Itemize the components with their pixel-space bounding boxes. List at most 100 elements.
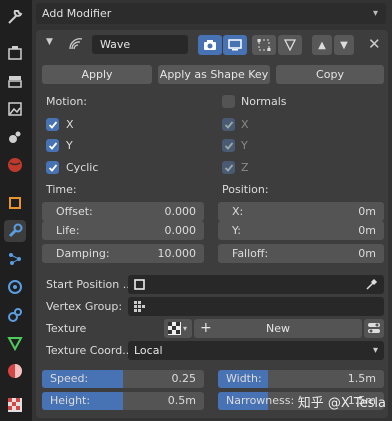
narrowness-label: Narrowness: (226, 394, 295, 407)
object-icon (134, 279, 145, 290)
checkmark-icon (224, 141, 233, 150)
modifier-tab[interactable] (4, 220, 26, 242)
new-texture-button[interactable]: + New (194, 319, 362, 338)
falloff-label: Falloff: (232, 247, 269, 260)
move-up-button[interactable]: ▲ (312, 35, 332, 55)
move-down-button[interactable]: ▼ (334, 35, 354, 55)
motion-x-checkbox[interactable] (46, 118, 59, 131)
damping-label: Damping: (56, 247, 110, 260)
data-tab[interactable] (4, 332, 26, 354)
monitor-icon (228, 39, 242, 51)
normals-checkbox[interactable] (222, 95, 235, 108)
object-icon (9, 197, 21, 209)
toggle-switch-icon (368, 323, 380, 333)
normals-z-checkbox[interactable] (222, 161, 235, 174)
normals-x-checkbox[interactable] (222, 118, 235, 131)
motion-y-checkbox[interactable] (46, 139, 59, 152)
apply-as-shape-key-button[interactable]: Apply as Shape Key (158, 65, 270, 84)
normals-y-label: Y (241, 139, 248, 152)
material-tab[interactable] (4, 360, 26, 382)
position-y-value: 0m (358, 224, 376, 237)
width-label: Width: (226, 372, 262, 385)
texture-tab[interactable] (4, 394, 26, 416)
chevron-down-icon: ▾ (183, 324, 188, 333)
tool-tab[interactable] (4, 6, 26, 28)
cage-toggle[interactable] (278, 35, 302, 55)
offset-label: Offset: (56, 205, 93, 218)
normals-y-checkbox[interactable] (222, 139, 235, 152)
checkmark-icon (48, 120, 57, 129)
view-layer-tab[interactable] (4, 98, 26, 120)
output-icon (8, 76, 22, 88)
collapse-arrow-icon[interactable]: ▼ (46, 37, 53, 47)
vertex-group-field[interactable] (128, 297, 384, 316)
texture-label: Texture (46, 322, 87, 335)
close-icon[interactable]: ✕ (368, 35, 381, 53)
position-label: Position: (222, 183, 269, 196)
texture-browse-button[interactable]: ▾ (164, 319, 192, 338)
world-icon (8, 158, 22, 172)
vertex-group-icon (134, 301, 145, 312)
modifier-name-field[interactable]: Wave (92, 35, 188, 54)
object-tab[interactable] (4, 192, 26, 214)
texture-coords-label: Texture Coord.. (46, 344, 130, 357)
normals-z-label: Z (241, 161, 249, 174)
cyclic-checkbox[interactable] (46, 161, 59, 174)
watermark: 知乎 @X Tesla (297, 396, 386, 411)
checkmark-icon (224, 120, 233, 129)
life-field[interactable]: Life: 0.000 (42, 221, 204, 240)
particles-icon (9, 253, 21, 265)
triangle-vertex-icon (283, 39, 297, 51)
triangle-down-icon: ▼ (340, 39, 348, 51)
wrench-icon (8, 223, 23, 238)
edit-mode-toggle[interactable] (198, 35, 222, 55)
world-tab[interactable] (4, 154, 26, 176)
offset-field[interactable]: Offset: 0.000 (42, 202, 204, 221)
checkmark-icon (224, 163, 233, 172)
output-tab[interactable] (4, 70, 26, 92)
new-texture-label: New (266, 322, 290, 335)
position-x-field[interactable]: X: 0m (218, 202, 384, 221)
mesh-data-icon (7, 337, 23, 352)
modifier-name: Wave (100, 38, 131, 51)
speed-slider[interactable]: Speed: 0.25 (42, 370, 204, 388)
viewport-toggle[interactable] (223, 35, 247, 55)
width-value: 1.5m (347, 372, 376, 385)
editmode-toggle[interactable] (252, 35, 276, 55)
vertex-select-icon (257, 39, 271, 51)
render-icon (8, 46, 22, 60)
falloff-field[interactable]: Falloff: 0m (218, 244, 384, 263)
cyclic-label: Cyclic (66, 161, 99, 174)
chevron-down-icon: ▾ (372, 345, 378, 356)
copy-button[interactable]: Copy (276, 65, 384, 84)
physics-tab[interactable] (4, 276, 26, 298)
physics-icon (8, 280, 22, 294)
texture-properties-button[interactable] (364, 319, 384, 338)
damping-field[interactable]: Damping: 10.000 (42, 244, 204, 263)
width-slider[interactable]: Width: 1.5m (218, 370, 384, 388)
checkmark-icon (48, 141, 57, 150)
normals-x-label: X (241, 118, 249, 131)
motion-x-label: X (66, 118, 74, 131)
position-y-field[interactable]: Y: 0m (218, 221, 384, 240)
height-label: Height: (50, 394, 91, 407)
motion-label: Motion: (46, 95, 87, 108)
eyedropper-icon[interactable] (365, 278, 378, 291)
position-y-label: Y: (232, 224, 241, 237)
position-x-label: X: (232, 205, 244, 218)
add-modifier-dropdown[interactable]: Add Modifier ▾ (36, 3, 386, 24)
constraints-tab[interactable] (4, 304, 26, 326)
checker-texture-icon (168, 322, 181, 335)
damping-value: 10.000 (157, 247, 197, 260)
particles-tab[interactable] (4, 248, 26, 270)
height-slider[interactable]: Height: 0.5m (42, 392, 204, 410)
height-value: 0.5m (167, 394, 196, 407)
scene-tab[interactable] (4, 126, 26, 148)
apply-button[interactable]: Apply (42, 65, 152, 84)
start-position-field[interactable] (128, 275, 384, 294)
triangle-up-icon: ▲ (318, 39, 326, 51)
vertex-group-label: Vertex Group: (46, 300, 123, 313)
render-tab[interactable] (4, 42, 26, 64)
texture-coords-dropdown[interactable]: Local ▾ (128, 341, 384, 360)
chevron-down-icon: ▾ (372, 8, 378, 19)
